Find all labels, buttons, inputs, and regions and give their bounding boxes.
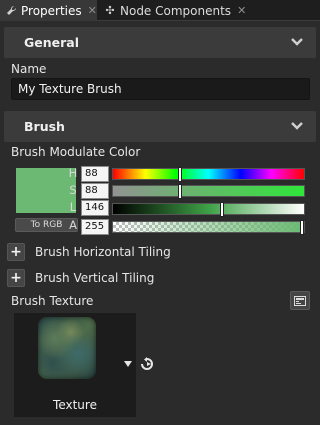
texture-preview[interactable]: Texture: [14, 313, 136, 417]
close-icon[interactable]: ✕: [88, 4, 97, 17]
chevron-down-icon: [291, 38, 303, 46]
texture-name: Texture: [53, 398, 97, 412]
close-icon[interactable]: ✕: [237, 4, 246, 17]
wrench-icon: [5, 5, 17, 17]
tab-properties-label: Properties: [21, 3, 82, 18]
tab-bar: Properties ✕ ✣ Node Components ✕: [0, 0, 320, 21]
hue-field[interactable]: 88: [81, 166, 109, 182]
vertical-tiling-label: Brush Vertical Tiling: [35, 271, 155, 285]
plus-icon: +: [10, 270, 22, 286]
lightness-label: L: [69, 200, 77, 214]
brush-texture-label: Brush Texture: [11, 294, 94, 308]
section-brush-title: Brush: [24, 119, 65, 134]
alpha-slider[interactable]: [112, 220, 305, 235]
hue-slider[interactable]: [112, 167, 305, 182]
plus-icon: +: [10, 244, 22, 260]
add-horizontal-tiling-button[interactable]: +: [7, 243, 25, 261]
name-label: Name: [11, 62, 47, 76]
name-field[interactable]: My Texture Brush: [11, 78, 310, 100]
lightness-field[interactable]: 146: [81, 200, 109, 216]
alpha-slider-handle[interactable]: [300, 220, 304, 235]
saturation-label: S: [69, 183, 77, 197]
tab-properties[interactable]: Properties ✕: [0, 0, 97, 21]
tab-node-components[interactable]: ✣ Node Components ✕: [99, 0, 249, 21]
texture-thumbnail: [38, 317, 96, 379]
saturation-field[interactable]: 88: [81, 183, 109, 199]
color-swatch[interactable]: [16, 168, 76, 213]
alpha-field[interactable]: 255: [81, 219, 109, 235]
hue-label: H: [68, 166, 78, 180]
lightness-slider-handle[interactable]: [220, 202, 224, 217]
section-brush[interactable]: Brush: [4, 111, 316, 142]
alpha-label: A: [69, 218, 77, 232]
chevron-down-icon: [291, 122, 303, 130]
section-general-title: General: [24, 35, 79, 50]
saturation-slider-handle[interactable]: [178, 184, 182, 199]
lightness-slider[interactable]: [112, 202, 305, 217]
saturation-slider[interactable]: [112, 184, 305, 199]
horizontal-tiling-label: Brush Horizontal Tiling: [35, 245, 171, 259]
add-vertical-tiling-button[interactable]: +: [7, 269, 25, 287]
texture-browse-button[interactable]: [290, 291, 310, 310]
card-icon: [294, 295, 306, 306]
components-icon: ✣: [105, 4, 115, 17]
brush-color-label: Brush Modulate Color: [11, 145, 141, 159]
hue-slider-handle[interactable]: [178, 167, 182, 182]
reset-icon[interactable]: [139, 357, 155, 371]
section-general[interactable]: General: [4, 27, 316, 58]
dropdown-arrow-icon[interactable]: [123, 360, 133, 368]
tab-node-components-label: Node Components: [120, 3, 232, 18]
